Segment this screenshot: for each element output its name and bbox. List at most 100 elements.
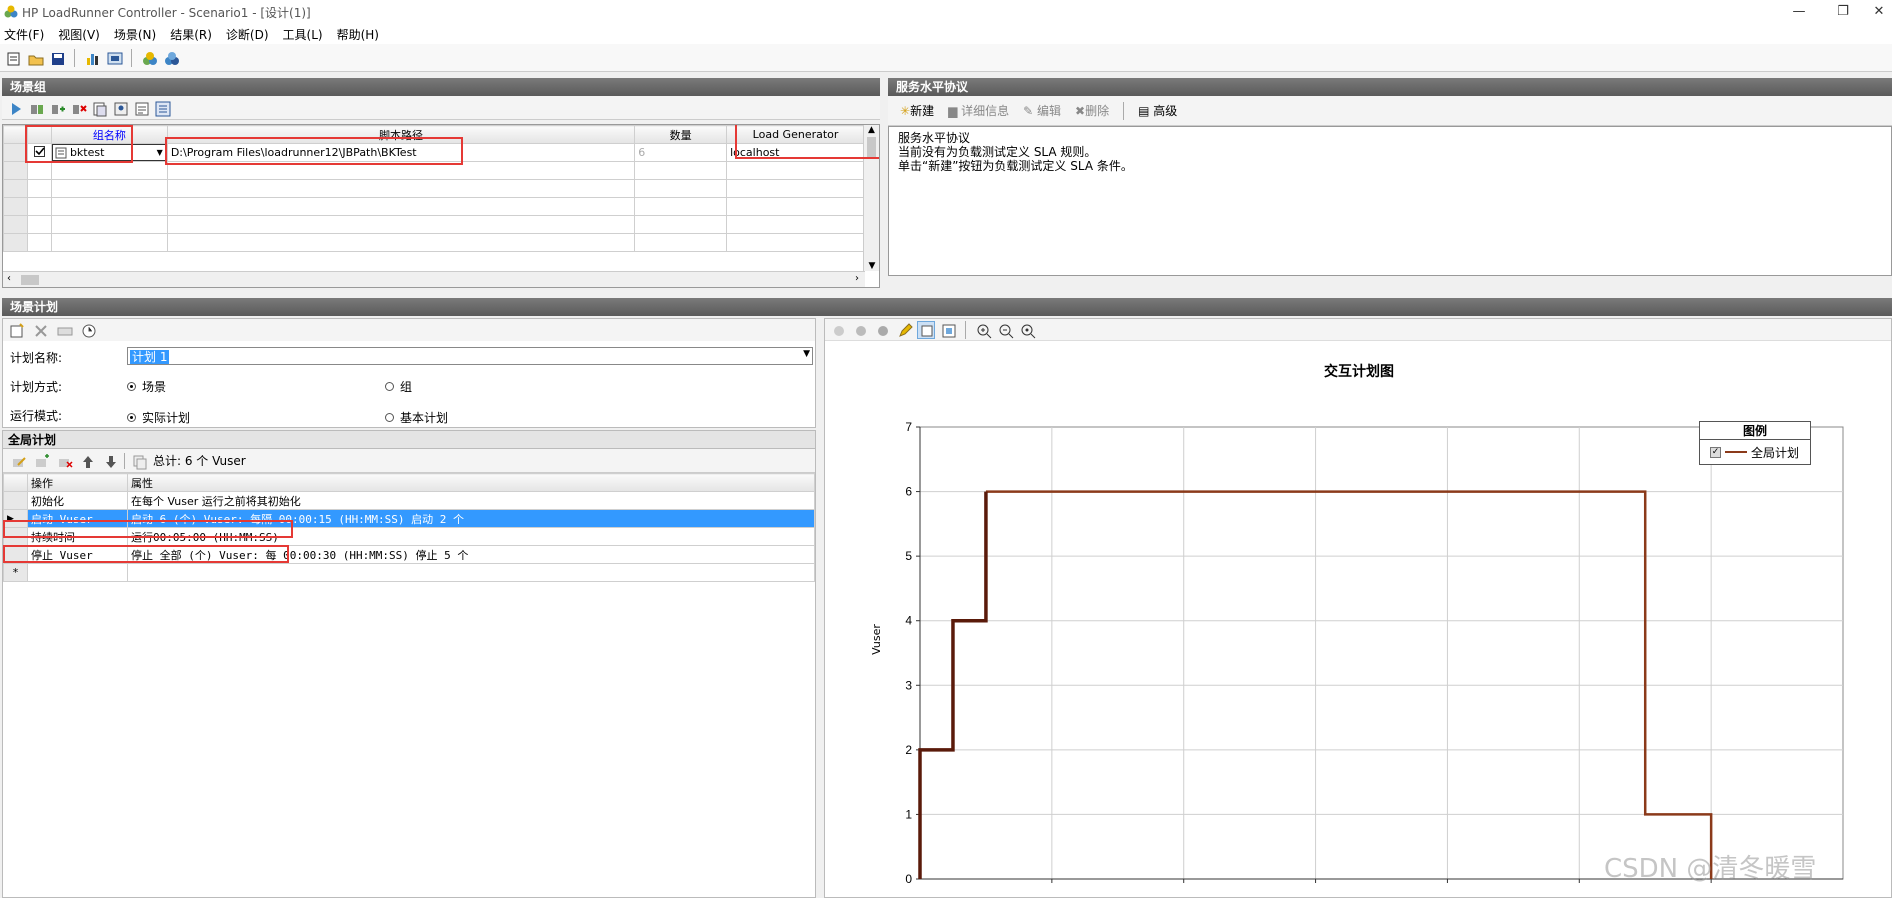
run-mode-basic-radio[interactable]: 基本计划	[385, 409, 448, 426]
fit-view-icon[interactable]	[939, 321, 957, 339]
schedule-toolbar	[3, 319, 815, 341]
menu-tools[interactable]: 工具(L)	[283, 26, 323, 43]
sla-text-line: 单击“新建”按钮为负载测试定义 SLA 条件。	[898, 159, 1133, 173]
global-schedule-grid: 操作 属性 初始化 在每个 Vuser 运行之前将其初始化 ▶ 启动 Vuser…	[3, 473, 815, 582]
sla-new-button[interactable]: ✳新建	[900, 102, 934, 119]
col-group-name[interactable]: 组名称	[50, 125, 168, 144]
scenario-groups-header: 场景组	[2, 78, 880, 96]
table-row[interactable]: 停止 Vuser 停止 全部 (个) Vuser: 每 00:00:30 (HH…	[3, 545, 815, 564]
controller-icon[interactable]	[162, 49, 180, 67]
legend-swatch	[1725, 451, 1747, 453]
legend-checkbox[interactable]: ✓	[1710, 446, 1721, 458]
run-mode-real-radio[interactable]: 实际计划	[127, 409, 190, 426]
runtime-settings-icon[interactable]	[153, 99, 171, 117]
chevron-down-icon[interactable]: ▼	[803, 349, 810, 359]
schedule-clock-icon[interactable]	[79, 321, 97, 339]
load-generator-cell[interactable]: localhost	[726, 143, 865, 162]
schedule-form: 计划名称: 计划 1 ▼ 计划方式: 场景 组 运行模式: 实际计划 基本计划	[2, 318, 816, 428]
property-cell: 启动 6 (个) Vuser: 每隔 00:00:15 (HH:MM:SS) 启…	[127, 509, 815, 528]
col-script-path[interactable]: 脚本路径	[166, 125, 636, 144]
menu-scenario[interactable]: 场景(N)	[114, 26, 156, 43]
y-axis-label: Vuser	[869, 624, 883, 655]
menu-view[interactable]: 视图(V)	[58, 26, 100, 43]
script-path-cell[interactable]: D:\Program Files\loadrunner12\JBPath\BKT…	[166, 143, 636, 162]
vugen-icon[interactable]	[140, 49, 158, 67]
add-group-icon[interactable]	[27, 99, 45, 117]
copy-icon[interactable]	[130, 452, 148, 470]
delete-action-icon[interactable]	[55, 452, 73, 470]
table-row[interactable]: *	[3, 563, 815, 582]
pencil-icon[interactable]	[895, 321, 913, 339]
table-row[interactable]: ▶ 启动 Vuser 启动 6 (个) Vuser: 每隔 00:00:15 (…	[3, 509, 815, 528]
move-up-icon[interactable]	[78, 452, 96, 470]
action-cell: 停止 Vuser	[27, 545, 128, 564]
plan-name-dropdown[interactable]: 计划 1 ▼	[127, 347, 813, 365]
sla-delete-button[interactable]: ✖删除	[1075, 102, 1109, 119]
restore-button[interactable]: ❐	[1826, 2, 1860, 22]
table-row[interactable]: 持续时间 运行00:05:00 (HH:MM:SS)	[3, 527, 815, 546]
group-enabled-checkbox[interactable]	[26, 143, 52, 162]
menu-bar: 文件(F) 视图(V) 场景(N) 结果(R) 诊断(D) 工具(L) 帮助(H…	[0, 24, 1892, 44]
sla-advanced-button[interactable]: ▤ 高级	[1138, 102, 1177, 119]
details-icon[interactable]	[90, 99, 108, 117]
monitor-icon[interactable]	[105, 49, 123, 67]
menu-diagnostics[interactable]: 诊断(D)	[226, 26, 269, 43]
total-vusers: 总计: 6 个 Vuser	[153, 454, 246, 468]
col-load-generator[interactable]: Load Generator	[726, 125, 865, 144]
table-row[interactable]: bktest ▼ D:\Program Files\loadrunner12\J…	[3, 143, 865, 162]
menu-file[interactable]: 文件(F)	[4, 26, 44, 43]
move-down-icon[interactable]	[101, 452, 119, 470]
main-toolbar	[0, 44, 1892, 72]
property-cell: 运行00:05:00 (HH:MM:SS)	[127, 527, 815, 546]
chevron-down-icon[interactable]: ▼	[154, 148, 166, 157]
y-tick-label: 5	[905, 549, 912, 563]
open-folder-icon[interactable]	[26, 49, 44, 67]
zoom-reset-icon[interactable]	[1018, 321, 1036, 339]
edit-action-icon[interactable]	[9, 452, 27, 470]
new-scenario-icon[interactable]	[4, 49, 22, 67]
groups-horizontal-scrollbar[interactable]: ‹ ›	[3, 271, 865, 287]
plan-mode-group-radio[interactable]: 组	[385, 378, 412, 395]
vusers-icon[interactable]	[111, 99, 129, 117]
col-properties[interactable]: 属性	[127, 473, 815, 492]
col-action[interactable]: 操作	[27, 473, 128, 492]
run-icon[interactable]	[6, 99, 24, 117]
sla-text-area: 服务水平协议 当前没有为负载测试定义 SLA 规则。 单击“新建”按钮为负载测试…	[888, 126, 1892, 276]
action-cell: 启动 Vuser	[27, 509, 128, 528]
save-icon[interactable]	[48, 49, 66, 67]
group-name-dropdown[interactable]: bktest ▼	[50, 143, 168, 162]
col-quantity[interactable]: 数量	[634, 125, 728, 144]
rename-schedule-icon[interactable]	[55, 321, 73, 339]
quantity-cell[interactable]: 6	[634, 143, 728, 162]
analysis-icon[interactable]	[83, 49, 101, 67]
chart-legend: 图例 ✓ 全局计划	[1699, 421, 1811, 465]
zoom-out-icon[interactable]	[996, 321, 1014, 339]
action-cell: 初始化	[27, 491, 128, 510]
chart-view-icon[interactable]	[917, 320, 935, 339]
menu-help[interactable]: 帮助(H)	[337, 26, 379, 43]
app-icon	[4, 5, 18, 18]
add-action-icon[interactable]	[32, 452, 50, 470]
table-row[interactable]: 初始化 在每个 Vuser 运行之前将其初始化	[3, 491, 815, 510]
groups-vertical-scrollbar[interactable]: ▲ ▼	[863, 125, 879, 271]
minimize-button[interactable]: —	[1782, 2, 1816, 22]
add-point-icon[interactable]	[851, 321, 869, 339]
legend-item[interactable]: ✓ 全局计划	[1700, 440, 1810, 464]
view-script-icon[interactable]	[132, 99, 150, 117]
sla-edit-button[interactable]: ✎ 编辑	[1023, 102, 1061, 119]
zoom-in-icon[interactable]	[974, 321, 992, 339]
delete-schedule-icon[interactable]	[31, 321, 49, 339]
remove-point-icon[interactable]	[873, 321, 891, 339]
edit-mode-icon[interactable]	[829, 321, 847, 339]
window-title: HP LoadRunner Controller - Scenario1 - […	[22, 6, 311, 20]
menu-results[interactable]: 结果(R)	[170, 26, 212, 43]
plan-mode-scenario-radio[interactable]: 场景	[127, 378, 166, 395]
close-button[interactable]: ✕	[1862, 2, 1892, 22]
add-vuser-icon[interactable]	[48, 99, 66, 117]
sla-details-button[interactable]: ▆ 详细信息	[948, 102, 1009, 119]
watermark: CSDN @清冬暖雪	[1604, 854, 1817, 884]
sla-text-line: 当前没有为负载测试定义 SLA 规则。	[898, 145, 1097, 159]
new-schedule-icon[interactable]	[7, 321, 25, 339]
schedule-header: 场景计划	[2, 298, 1892, 316]
remove-group-icon[interactable]	[69, 99, 87, 117]
